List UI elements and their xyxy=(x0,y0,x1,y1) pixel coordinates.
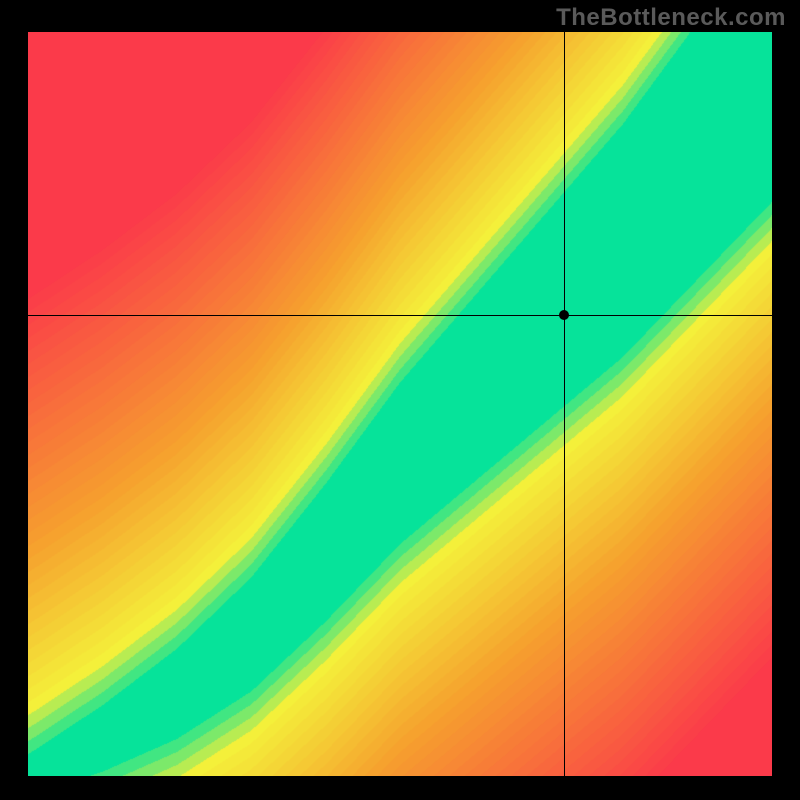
crosshair-horizontal xyxy=(28,315,772,316)
heatmap-canvas xyxy=(28,32,772,776)
chart-container: TheBottleneck.com xyxy=(0,0,800,800)
crosshair-vertical xyxy=(564,32,565,776)
heatmap-plot xyxy=(28,32,772,776)
crosshair-point xyxy=(559,310,569,320)
watermark-text: TheBottleneck.com xyxy=(556,4,786,32)
